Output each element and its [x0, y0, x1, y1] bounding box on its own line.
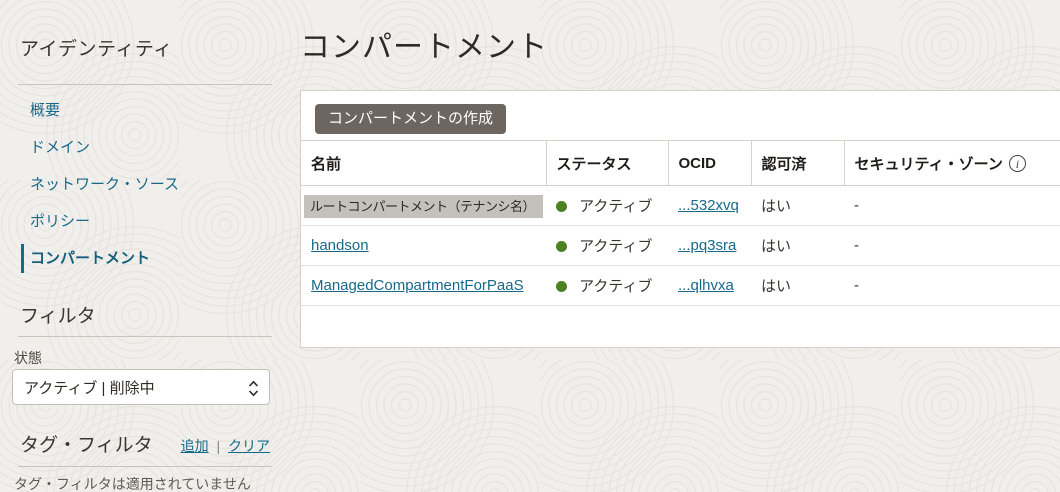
sidebar-item-overview[interactable]: 概要	[0, 92, 280, 129]
cell-ocid: ...pq3sra	[668, 226, 751, 266]
state-filter-select[interactable]: アクティブ | 削除中	[12, 369, 270, 405]
filter-divider	[18, 336, 272, 337]
status-active-dot-icon	[556, 281, 567, 292]
ocid-link[interactable]: ...pq3sra	[678, 237, 736, 254]
select-chevrons-icon	[248, 380, 259, 401]
column-header-security-zone-label: セキュリティ・ゾーン	[855, 153, 1003, 174]
cell-name: handson	[301, 226, 546, 266]
cell-ocid: ...532xvq	[668, 186, 751, 226]
compartments-table: 名前 ステータス OCID 認可済 セキュリティ・ゾーン i ルートコンパート	[301, 140, 1060, 306]
cell-security-zone: -	[844, 266, 1060, 306]
column-header-security-zone: セキュリティ・ゾーン i	[844, 141, 1060, 186]
cell-security-zone: -	[844, 226, 1060, 266]
sidebar-item-domains[interactable]: ドメイン	[0, 129, 280, 166]
page-title: コンパートメント	[300, 22, 548, 66]
table-row: handson アクティブ ...pq3sra はい -	[301, 226, 1060, 266]
root-compartment-name-redacted[interactable]: ルートコンパートメント（テナンシ名）	[304, 195, 543, 218]
table-row: ルートコンパートメント（テナンシ名） アクティブ ...532xvq はい -	[301, 186, 1060, 226]
state-filter-value: アクティブ | 削除中	[24, 377, 155, 398]
identity-sidebar: アイデンティティ 概要 ドメイン ネットワーク・ソース ポリシー コンパートメン…	[0, 0, 280, 492]
sidebar-item-label: ネットワーク・ソース	[30, 176, 179, 193]
cell-status: アクティブ	[546, 186, 668, 226]
status-active-dot-icon	[556, 241, 567, 252]
sidebar-item-label: ドメイン	[30, 139, 90, 156]
state-filter-label: 状態	[14, 348, 42, 368]
cell-authorized: はい	[751, 266, 844, 306]
oci-console-page: アイデンティティ 概要 ドメイン ネットワーク・ソース ポリシー コンパートメン…	[0, 0, 1060, 492]
info-icon[interactable]: i	[1009, 155, 1026, 172]
sidebar-item-label: ポリシー	[30, 213, 90, 230]
table-header-row: 名前 ステータス OCID 認可済 セキュリティ・ゾーン i	[301, 141, 1060, 186]
ocid-link[interactable]: ...532xvq	[678, 197, 739, 214]
compartment-name-link[interactable]: handson	[311, 237, 369, 254]
status-label: アクティブ	[579, 278, 652, 295]
tag-filter-title: タグ・フィルタ	[20, 430, 153, 457]
tag-filter-clear-link[interactable]: クリア	[228, 438, 270, 454]
status-label: アクティブ	[579, 198, 652, 215]
filter-section-title: フィルタ	[20, 301, 96, 328]
active-item-indicator	[21, 244, 24, 273]
tag-filter-actions: 追加 | クリア	[181, 436, 270, 456]
compartment-name-link[interactable]: ManagedCompartmentForPaaS	[311, 277, 524, 294]
cell-status: アクティブ	[546, 226, 668, 266]
sidebar-nav: 概要 ドメイン ネットワーク・ソース ポリシー コンパートメント	[0, 92, 280, 277]
cell-name: ManagedCompartmentForPaaS	[301, 266, 546, 306]
status-label: アクティブ	[579, 238, 652, 255]
sidebar-title: アイデンティティ	[20, 34, 173, 61]
column-header-name: 名前	[301, 141, 546, 186]
tag-filter-empty-message: タグ・フィルタは適用されていません	[14, 474, 251, 492]
cell-status: アクティブ	[546, 266, 668, 306]
column-header-ocid: OCID	[668, 141, 751, 186]
cell-authorized: はい	[751, 226, 844, 266]
status-active-dot-icon	[556, 201, 567, 212]
cell-security-zone: -	[844, 186, 1060, 226]
sidebar-item-policies[interactable]: ポリシー	[0, 203, 280, 240]
tag-filter-add-link[interactable]: 追加	[181, 438, 209, 454]
column-header-authorized: 認可済	[751, 141, 844, 186]
ocid-link[interactable]: ...qlhvxa	[678, 277, 734, 294]
compartments-panel: コンパートメントの作成 名前 ステータス OCID 認可済 セキュリティ・ゾーン…	[300, 90, 1060, 348]
sidebar-item-compartments[interactable]: コンパートメント	[0, 240, 280, 277]
cell-name: ルートコンパートメント（テナンシ名）	[301, 186, 546, 226]
tag-filter-header: タグ・フィルタ 追加 | クリア	[20, 430, 270, 457]
sidebar-divider	[18, 84, 272, 85]
cell-authorized: はい	[751, 186, 844, 226]
cell-ocid: ...qlhvxa	[668, 266, 751, 306]
link-separator: |	[216, 438, 220, 454]
sidebar-item-label: 概要	[30, 102, 60, 119]
sidebar-item-network-sources[interactable]: ネットワーク・ソース	[0, 166, 280, 203]
create-compartment-button[interactable]: コンパートメントの作成	[315, 104, 506, 134]
table-row: ManagedCompartmentForPaaS アクティブ ...qlhvx…	[301, 266, 1060, 306]
column-header-status: ステータス	[546, 141, 668, 186]
tag-filter-divider	[18, 466, 272, 467]
sidebar-item-label: コンパートメント	[30, 250, 150, 267]
